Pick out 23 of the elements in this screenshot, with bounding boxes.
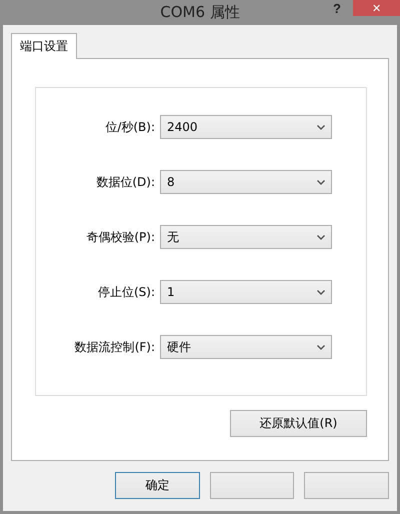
field-label: 位/秒(B):: [104, 118, 156, 136]
close-button[interactable]: ✕: [353, 0, 400, 16]
chevron-icon: [317, 234, 325, 240]
dropdown[interactable]: 2400: [160, 115, 332, 139]
field-label: 数据位(D):: [95, 174, 156, 190]
field-label: 停止位(S):: [96, 284, 156, 300]
field-label: 奇偶校验(P):: [85, 228, 156, 246]
dropdown[interactable]: 硬件: [160, 335, 332, 359]
dialog-button[interactable]: [210, 472, 294, 499]
window-title: COM6 属性: [160, 3, 240, 22]
dropdown[interactable]: 无: [160, 225, 332, 249]
chevron-icon: [317, 180, 325, 184]
chevron-icon: [317, 344, 325, 350]
dropdown[interactable]: 8: [160, 170, 332, 194]
restore-defaults-button[interactable]: 还原默认值(R): [230, 410, 367, 437]
chevron-icon: [317, 124, 325, 130]
field-label: 数据流控制(F):: [74, 338, 156, 356]
dropdown[interactable]: 1: [160, 280, 332, 304]
tab[interactable]: 端口设置: [11, 33, 77, 59]
help-button[interactable]: ?: [329, 0, 345, 16]
dialog-button[interactable]: 确定: [115, 472, 200, 499]
dialog-button[interactable]: [304, 472, 390, 499]
chevron-icon: [317, 290, 325, 294]
